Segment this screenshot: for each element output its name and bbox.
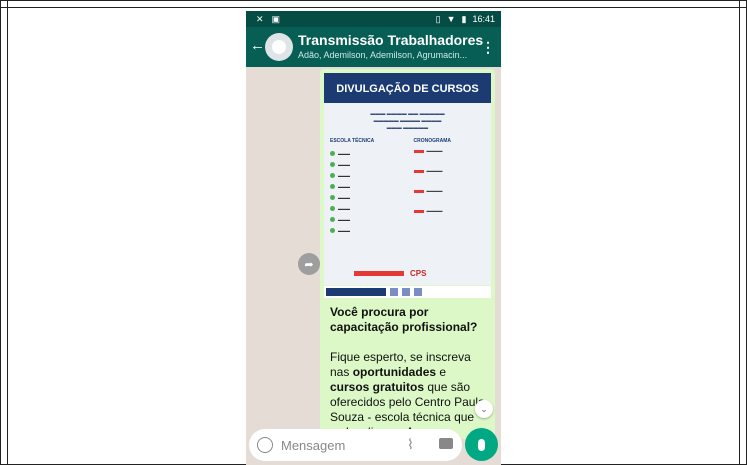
message-text: Você procura por capacitação profissiona…	[330, 305, 488, 439]
chat-members[interactable]: Adão, Ademilson, Ademilson, Agrumacin...	[298, 50, 478, 60]
schedule-item: ▬▬▬▬	[413, 208, 492, 228]
schedule-item: ▬▬▬▬	[413, 148, 492, 168]
course-item: ▬▬▬	[330, 181, 408, 192]
course-item: ▬▬▬	[330, 192, 408, 203]
top-divider	[1, 7, 746, 8]
course-poster-image[interactable]: DIVULGAÇÃO DE CURSOS ▬▬▬ ▬▬▬▬ ▬▬ ▬▬▬▬▬ ▬▬…	[324, 73, 491, 285]
poster-intro-text: ▬▬▬ ▬▬▬▬ ▬▬ ▬▬▬▬▬ ▬▬▬▬▬ ▬▬▬▬ ▬▬▬▬ ▬▬▬ ▬▬▬▬…	[370, 111, 445, 131]
course-item: ▬▬▬	[330, 203, 408, 214]
course-item: ▬▬▬	[330, 148, 408, 159]
poster-right-title: CRONOGRAMA	[413, 138, 452, 144]
poster-header: DIVULGAÇÃO DE CURSOS	[324, 73, 491, 103]
course-item: ▬▬▬	[330, 170, 408, 181]
wifi-icon: ▼	[446, 14, 456, 24]
poster-courses-column: ESCOLA TÉCNICA ▬▬▬ ▬▬▬ ▬▬▬ ▬▬▬ ▬▬▬ ▬▬▬ ▬…	[324, 138, 408, 236]
emoji-icon[interactable]	[257, 437, 273, 453]
avatar[interactable]	[265, 33, 293, 61]
image-icon: ▣	[271, 13, 281, 24]
course-item: ▬▬▬	[330, 214, 408, 225]
mic-button[interactable]	[465, 428, 498, 461]
poster-link-bar	[354, 271, 404, 276]
camera-icon[interactable]	[439, 438, 453, 449]
poster-left-title: ESCOLA TÉCNICA	[330, 138, 375, 144]
message-input[interactable]: Mensagem	[281, 438, 345, 453]
status-time: 16:41	[472, 14, 495, 24]
footer-banner	[326, 288, 386, 296]
poster-schedule-column: CRONOGRAMA ▬▬▬▬ ▬▬▬▬ ▬▬▬▬ ▬▬▬▬	[408, 138, 492, 236]
avatar-person-icon	[272, 40, 286, 54]
logo-icon	[414, 288, 422, 296]
settings-icon: ✕	[256, 13, 264, 24]
course-item: ▬▬▬	[330, 225, 408, 236]
attach-icon[interactable]: ⌇	[407, 436, 414, 453]
right-divider	[739, 1, 740, 464]
phone-screen: ✕ ▣ ▯ ▼ ▮ 16:41 ← Transmissão Trabalhado…	[246, 11, 501, 465]
course-item: ▬▬▬	[330, 159, 408, 170]
logo-icon	[390, 288, 398, 296]
battery-icon: ▮	[461, 13, 467, 24]
chat-title[interactable]: Transmissão Trabalhadores	[298, 32, 483, 48]
mic-icon	[478, 438, 485, 451]
logo-icon	[402, 288, 410, 296]
forward-icon[interactable]: ➦	[298, 253, 320, 275]
scroll-down-icon[interactable]: ⌄	[475, 400, 493, 418]
cps-logo: CPS	[410, 269, 427, 278]
message-highlight-2: cursos gratuitos	[330, 380, 425, 394]
message-composer[interactable]: Mensagem ⌇	[249, 429, 462, 461]
schedule-item: ▬▬▬▬	[413, 188, 492, 208]
message-heading: Você procura por capacitação profissiona…	[330, 305, 478, 334]
chat-header[interactable]: ← Transmissão Trabalhadores Adão, Ademil…	[246, 27, 501, 67]
back-arrow-icon[interactable]: ←	[250, 37, 265, 54]
message-highlight-1: oportunidades	[352, 365, 437, 379]
message-connector: e	[439, 365, 447, 379]
poster-footer-logos	[324, 286, 491, 298]
message-bubble[interactable]: DIVULGAÇÃO DE CURSOS ▬▬▬ ▬▬▬▬ ▬▬ ▬▬▬▬▬ ▬▬…	[320, 69, 495, 439]
schedule-item: ▬▬▬▬	[413, 168, 492, 188]
vibrate-icon: ▯	[435, 13, 441, 24]
overflow-menu-icon[interactable]: ⋮	[481, 39, 495, 56]
left-divider	[7, 1, 8, 464]
status-bar: ✕ ▣ ▯ ▼ ▮ 16:41	[246, 11, 501, 27]
